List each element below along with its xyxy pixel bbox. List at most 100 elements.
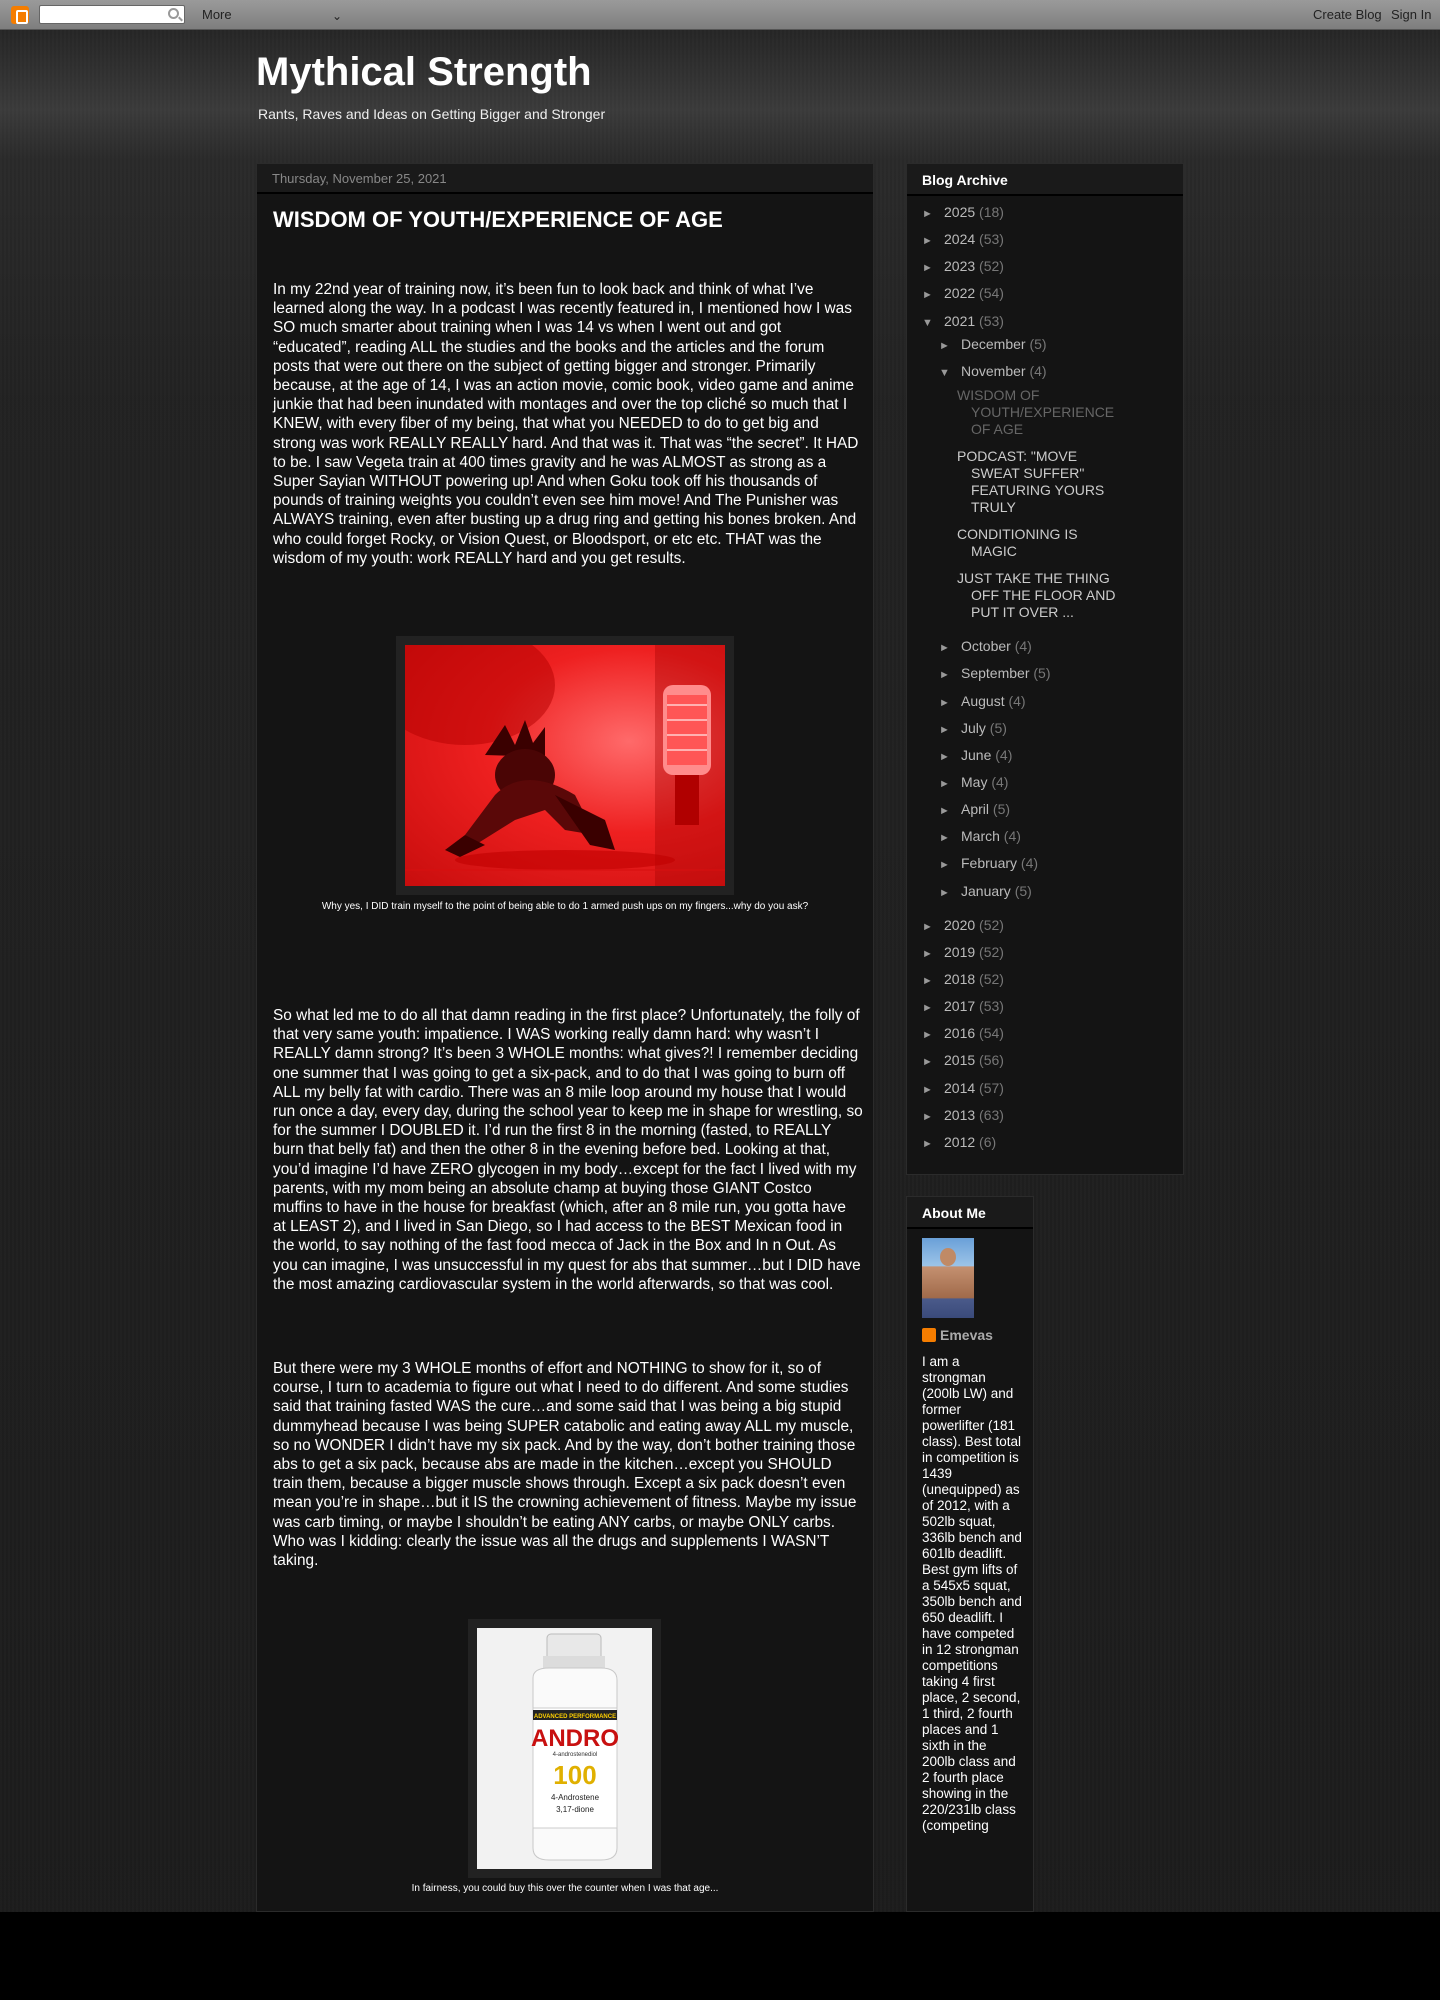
archive-year-2013[interactable]: ► 2013 (63) [922, 1106, 1004, 1124]
expand-arrow-icon[interactable]: ► [939, 802, 961, 820]
archive-month-label[interactable]: April [961, 801, 989, 817]
archive-month-november[interactable]: ▼ November (4) [939, 362, 1047, 380]
expand-arrow-icon[interactable]: ► [922, 286, 944, 304]
profile-name-link[interactable]: Emevas [940, 1327, 993, 1343]
archive-year-2022[interactable]: ► 2022 (54) [922, 284, 1004, 302]
expand-arrow-icon[interactable]: ► [922, 1026, 944, 1044]
archive-month-count: (5) [989, 720, 1007, 736]
blog-title[interactable]: Mythical Strength [256, 50, 592, 95]
archive-year-label[interactable]: 2014 [944, 1080, 975, 1096]
archive-month-label[interactable]: December [961, 336, 1026, 352]
vegeta-training-image[interactable] [405, 645, 725, 886]
archive-year-2012[interactable]: ► 2012 (6) [922, 1133, 996, 1151]
archive-year-count: (52) [979, 944, 1004, 960]
archive-year-2017[interactable]: ► 2017 (53) [922, 997, 1004, 1015]
expand-arrow-icon[interactable]: ► [939, 666, 961, 684]
archive-year-label[interactable]: 2021 [944, 313, 975, 329]
profile-photo[interactable] [922, 1238, 974, 1318]
archive-month-label[interactable]: October [961, 638, 1011, 654]
archive-post-link[interactable]: PODCAST: "MOVE SWEAT SUFFER" FEATURING Y… [957, 448, 1117, 516]
expand-arrow-icon[interactable]: ► [922, 972, 944, 990]
archive-year-2015[interactable]: ► 2015 (56) [922, 1051, 1004, 1069]
archive-month-label[interactable]: August [961, 693, 1005, 709]
andro-bottle-image[interactable]: ADVANCED PERFORMANCE ANDRO 4-androstened… [477, 1628, 652, 1869]
archive-month-label[interactable]: June [961, 747, 991, 763]
archive-year-count: (53) [979, 313, 1004, 329]
archive-year-label[interactable]: 2023 [944, 258, 975, 274]
expand-arrow-icon[interactable]: ► [922, 232, 944, 250]
expand-arrow-icon[interactable]: ► [922, 1053, 944, 1071]
archive-month-label[interactable]: November [961, 363, 1026, 379]
archive-month-july[interactable]: ► July (5) [939, 719, 1007, 737]
expand-arrow-icon[interactable]: ► [939, 748, 961, 766]
archive-year-2014[interactable]: ► 2014 (57) [922, 1079, 1004, 1097]
archive-month-label[interactable]: September [961, 665, 1029, 681]
archive-year-label[interactable]: 2017 [944, 998, 975, 1014]
expand-arrow-icon[interactable]: ► [939, 721, 961, 739]
expand-arrow-icon[interactable]: ► [939, 856, 961, 874]
archive-month-label[interactable]: May [961, 774, 987, 790]
archive-year-2021[interactable]: ▼ 2021 (53) [922, 312, 1004, 330]
archive-year-label[interactable]: 2015 [944, 1052, 975, 1068]
archive-year-2020[interactable]: ► 2020 (52) [922, 916, 1004, 934]
sign-in-link[interactable]: Sign In [1391, 0, 1431, 30]
archive-year-2019[interactable]: ► 2019 (52) [922, 943, 1004, 961]
blogger-logo-icon[interactable] [11, 6, 29, 24]
archive-month-august[interactable]: ► August (4) [939, 692, 1026, 710]
expand-arrow-icon[interactable]: ► [922, 1081, 944, 1099]
archive-month-april[interactable]: ► April (5) [939, 800, 1010, 818]
archive-year-2023[interactable]: ► 2023 (52) [922, 257, 1004, 275]
archive-year-label[interactable]: 2016 [944, 1025, 975, 1041]
navbar-search-input[interactable] [39, 5, 185, 24]
archive-post-link[interactable]: CONDITIONING IS MAGIC [957, 526, 1117, 560]
archive-month-label[interactable]: February [961, 855, 1017, 871]
expand-arrow-icon[interactable]: ► [939, 639, 961, 657]
archive-year-label[interactable]: 2020 [944, 917, 975, 933]
expand-arrow-icon[interactable]: ► [939, 829, 961, 847]
archive-month-october[interactable]: ► October (4) [939, 637, 1032, 655]
expand-arrow-icon[interactable]: ► [939, 694, 961, 712]
archive-month-june[interactable]: ► June (4) [939, 746, 1012, 764]
more-dropdown[interactable]: More ⌄ [196, 5, 346, 25]
archive-year-2024[interactable]: ► 2024 (53) [922, 230, 1004, 248]
collapse-arrow-icon[interactable]: ▼ [939, 364, 961, 382]
archive-month-september[interactable]: ► September (5) [939, 664, 1051, 682]
collapse-arrow-icon[interactable]: ▼ [922, 314, 944, 332]
expand-arrow-icon[interactable]: ► [922, 205, 944, 223]
archive-year-2025[interactable]: ► 2025 (18) [922, 203, 1004, 221]
archive-year-label[interactable]: 2022 [944, 285, 975, 301]
archive-year-label[interactable]: 2013 [944, 1107, 975, 1123]
archive-year-label[interactable]: 2025 [944, 204, 975, 220]
vegeta-image-frame[interactable] [396, 636, 734, 895]
archive-post-link[interactable]: WISDOM OF YOUTH/EXPERIENCE OF AGE [957, 387, 1117, 438]
archive-year-label[interactable]: 2012 [944, 1134, 975, 1150]
expand-arrow-icon[interactable]: ► [922, 1135, 944, 1153]
archive-month-may[interactable]: ► May (4) [939, 773, 1008, 791]
create-blog-link[interactable]: Create Blog [1313, 0, 1382, 30]
archive-post-link[interactable]: JUST TAKE THE THING OFF THE FLOOR AND PU… [957, 570, 1117, 621]
search-icon[interactable] [168, 8, 179, 19]
archive-year-label[interactable]: 2018 [944, 971, 975, 987]
expand-arrow-icon[interactable]: ► [922, 259, 944, 277]
chevron-down-icon: ⌄ [331, 9, 342, 23]
archive-year-2018[interactable]: ► 2018 (52) [922, 970, 1004, 988]
archive-month-december[interactable]: ► December (5) [939, 335, 1047, 353]
post-title[interactable]: WISDOM OF YOUTH/EXPERIENCE OF AGE [273, 207, 863, 233]
archive-month-january[interactable]: ► January (5) [939, 882, 1032, 900]
archive-year-label[interactable]: 2024 [944, 231, 975, 247]
archive-month-label[interactable]: July [961, 720, 986, 736]
archive-year-label[interactable]: 2019 [944, 944, 975, 960]
expand-arrow-icon[interactable]: ► [922, 918, 944, 936]
expand-arrow-icon[interactable]: ► [922, 999, 944, 1017]
expand-arrow-icon[interactable]: ► [939, 337, 961, 355]
archive-month-march[interactable]: ► March (4) [939, 827, 1021, 845]
expand-arrow-icon[interactable]: ► [922, 1108, 944, 1126]
expand-arrow-icon[interactable]: ► [939, 884, 961, 902]
andro-image-frame[interactable]: ADVANCED PERFORMANCE ANDRO 4-androstened… [468, 1619, 661, 1878]
archive-month-label[interactable]: March [961, 828, 1000, 844]
expand-arrow-icon[interactable]: ► [922, 945, 944, 963]
archive-month-february[interactable]: ► February (4) [939, 854, 1038, 872]
archive-year-2016[interactable]: ► 2016 (54) [922, 1024, 1004, 1042]
archive-month-label[interactable]: January [961, 883, 1011, 899]
expand-arrow-icon[interactable]: ► [939, 775, 961, 793]
